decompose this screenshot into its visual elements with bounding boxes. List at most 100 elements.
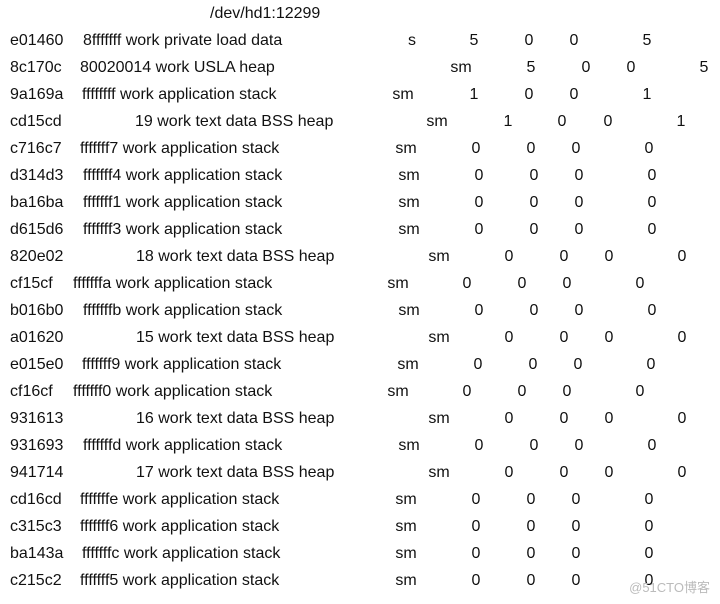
pin-count: 0 <box>526 545 536 562</box>
virtual-count: 0 <box>647 194 657 211</box>
segment-type: sm <box>395 545 417 562</box>
segment-type: sm <box>398 167 420 184</box>
segment-id: 9a169a <box>10 86 64 103</box>
pin-count: 0 <box>526 491 536 508</box>
pin-count: 0 <box>529 437 539 454</box>
pin-count: 0 <box>529 221 539 238</box>
pin-count: 0 <box>559 248 569 265</box>
pgsp-count: 0 <box>569 86 579 103</box>
pin-count: 0 <box>529 302 539 319</box>
pgsp-count: 0 <box>574 167 584 184</box>
pgsp-count: 0 <box>571 491 581 508</box>
segment-description: fffffffb work application stack <box>83 302 283 319</box>
pin-count: 0 <box>526 140 536 157</box>
inuse-count: 0 <box>473 356 483 373</box>
pin-count: 0 <box>524 86 534 103</box>
segment-description: fffffff0 work application stack <box>73 383 273 400</box>
segment-id: cd15cd <box>10 113 62 130</box>
virtual-count: 0 <box>677 464 687 481</box>
pin-count: 0 <box>559 329 569 346</box>
segment-description: 8fffffff work private load data <box>83 32 283 49</box>
segment-description: fffffff1 work application stack <box>83 194 283 211</box>
inuse-count: 0 <box>504 464 514 481</box>
inuse-count: 5 <box>526 59 536 76</box>
pgsp-count: 0 <box>569 32 579 49</box>
pgsp-count: 0 <box>571 572 581 589</box>
pin-count: 0 <box>526 572 536 589</box>
segment-type: sm <box>428 248 450 265</box>
pin-count: 0 <box>517 383 527 400</box>
inuse-count: 0 <box>471 545 481 562</box>
inuse-count: 0 <box>474 167 484 184</box>
segment-description: 80020014 work USLA heap <box>80 59 275 76</box>
pgsp-count: 0 <box>604 248 614 265</box>
segment-description: fffffffd work application stack <box>83 437 283 454</box>
segment-type: sm <box>395 491 417 508</box>
segment-id: d615d6 <box>10 221 64 238</box>
virtual-count: 0 <box>677 329 687 346</box>
segment-type: sm <box>387 275 409 292</box>
segment-id: 8c170c <box>10 59 62 76</box>
pgsp-count: 0 <box>562 383 572 400</box>
inuse-count: 0 <box>504 329 514 346</box>
watermark: @51CTO博客 <box>629 580 710 595</box>
virtual-count: 0 <box>677 410 687 427</box>
segment-type: sm <box>397 356 419 373</box>
inuse-count: 5 <box>469 32 479 49</box>
segment-id: cf16cf <box>10 383 53 400</box>
segment-description: fffffff6 work application stack <box>80 518 280 535</box>
inuse-count: 0 <box>471 491 481 508</box>
segment-description: fffffff9 work application stack <box>82 356 282 373</box>
virtual-count: 0 <box>647 221 657 238</box>
inuse-count: 1 <box>503 113 513 130</box>
segment-id: 931693 <box>10 437 64 454</box>
segment-type: sm <box>426 113 448 130</box>
segment-type: sm <box>398 437 420 454</box>
virtual-count: 0 <box>677 248 687 265</box>
segment-id: ba16ba <box>10 194 64 211</box>
pgsp-count: 0 <box>574 437 584 454</box>
virtual-count: 0 <box>635 275 645 292</box>
pin-count: 0 <box>529 167 539 184</box>
virtual-count: 1 <box>642 86 652 103</box>
segment-id: c215c2 <box>10 572 62 589</box>
segment-description: 17 work text data BSS heap <box>136 464 335 481</box>
inuse-count: 0 <box>471 518 481 535</box>
inuse-count: 0 <box>462 383 472 400</box>
segment-description: fffffffe work application stack <box>80 491 280 508</box>
inuse-count: 0 <box>504 248 514 265</box>
virtual-count: 5 <box>642 32 652 49</box>
pgsp-count: 0 <box>603 113 613 130</box>
virtual-count: 0 <box>644 491 654 508</box>
pgsp-count: 0 <box>626 59 636 76</box>
virtual-count: 1 <box>676 113 686 130</box>
segment-id: e01460 <box>10 32 64 49</box>
pgsp-count: 0 <box>574 194 584 211</box>
segment-id: d314d3 <box>10 167 64 184</box>
pin-count: 0 <box>524 32 534 49</box>
virtual-count: 0 <box>647 302 657 319</box>
pgsp-count: 0 <box>574 302 584 319</box>
segment-id: a01620 <box>10 329 64 346</box>
pgsp-count: 0 <box>604 464 614 481</box>
segment-id: c716c7 <box>10 140 62 157</box>
inuse-count: 0 <box>474 194 484 211</box>
segment-description: 18 work text data BSS heap <box>136 248 335 265</box>
segment-type: sm <box>392 86 414 103</box>
inuse-count: 0 <box>471 140 481 157</box>
virtual-count: 0 <box>644 545 654 562</box>
segment-description: 15 work text data BSS heap <box>136 329 335 346</box>
pgsp-count: 0 <box>604 329 614 346</box>
segment-id: 820e02 <box>10 248 64 265</box>
segment-type: sm <box>428 410 450 427</box>
pin-count: 0 <box>581 59 591 76</box>
segment-description: 19 work text data BSS heap <box>135 113 334 130</box>
segment-type: sm <box>395 518 417 535</box>
pin-count: 0 <box>526 518 536 535</box>
pgsp-count: 0 <box>574 221 584 238</box>
segment-id: e015e0 <box>10 356 64 373</box>
device-title: /dev/hd1:12299 <box>210 5 321 22</box>
virtual-count: 5 <box>699 59 709 76</box>
inuse-count: 0 <box>462 275 472 292</box>
segment-id: cf15cf <box>10 275 53 292</box>
